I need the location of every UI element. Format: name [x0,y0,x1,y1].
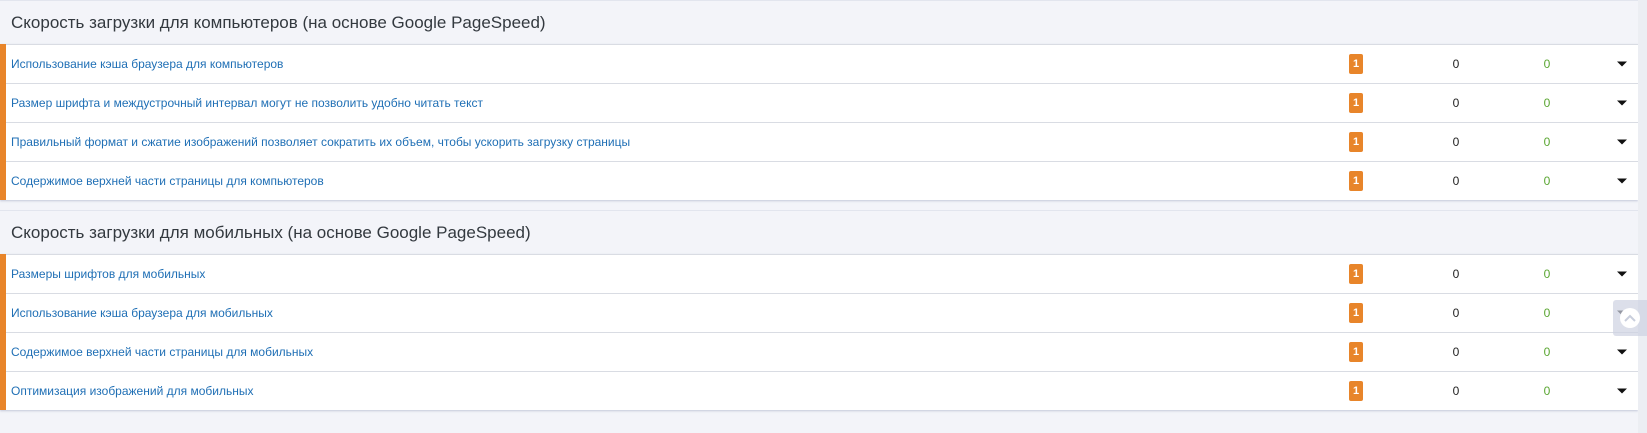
issue-list: Использование кэша браузера для компьюте… [0,44,1638,200]
warning-count: 0 [1452,57,1460,71]
issue-row[interactable]: Размеры шрифтов для мобильных 1 0 0 [6,254,1638,293]
chevron-down-icon[interactable] [1617,61,1627,67]
ok-count: 0 [1543,384,1551,398]
error-count-badge: 1 [1349,342,1363,362]
issue-link[interactable]: Размер шрифта и междустрочный интервал м… [11,84,483,122]
issue-link[interactable]: Использование кэша браузера для мобильны… [11,294,273,332]
warning-count: 0 [1452,345,1460,359]
mobile-speed-section: Скорость загрузки для мобильных (на осно… [0,210,1638,410]
ok-count: 0 [1543,306,1551,320]
ok-count: 0 [1543,96,1551,110]
error-count-badge: 1 [1349,54,1363,74]
error-count-badge: 1 [1349,93,1363,113]
issue-link[interactable]: Использование кэша браузера для компьюте… [11,45,283,83]
issue-list: Размеры шрифтов для мобильных 1 0 0 Испо… [0,254,1638,410]
scrollbar[interactable] [1638,0,1647,433]
issue-row[interactable]: Содержимое верхней части страницы для мо… [6,332,1638,371]
warning-count: 0 [1452,306,1460,320]
warning-count: 0 [1452,174,1460,188]
desktop-speed-section: Скорость загрузки для компьютеров (на ос… [0,0,1638,200]
issue-row[interactable]: Содержимое верхней части страницы для ко… [6,161,1638,200]
ok-count: 0 [1543,57,1551,71]
issue-row[interactable]: Размер шрифта и междустрочный интервал м… [6,83,1638,122]
ok-count: 0 [1543,345,1551,359]
issue-link[interactable]: Размеры шрифтов для мобильных [11,255,205,293]
section-title: Скорость загрузки для мобильных (на осно… [0,210,1638,254]
warning-count: 0 [1452,135,1460,149]
issue-link[interactable]: Правильный формат и сжатие изображений п… [11,123,630,161]
chevron-down-icon[interactable] [1617,178,1627,184]
issue-link[interactable]: Содержимое верхней части страницы для мо… [11,333,313,371]
issue-link[interactable]: Оптимизация изображений для мобильных [11,372,253,410]
issue-link[interactable]: Содержимое верхней части страницы для ко… [11,162,324,200]
ok-count: 0 [1543,267,1551,281]
issue-row[interactable]: Использование кэша браузера для компьюте… [6,44,1638,83]
error-count-badge: 1 [1349,171,1363,191]
error-count-badge: 1 [1349,381,1363,401]
report-page: Скорость загрузки для компьютеров (на ос… [0,0,1638,433]
scroll-to-top-button[interactable] [1613,300,1647,336]
warning-count: 0 [1452,96,1460,110]
ok-count: 0 [1543,174,1551,188]
chevron-down-icon[interactable] [1617,100,1627,106]
warning-count: 0 [1452,267,1460,281]
section-title: Скорость загрузки для компьютеров (на ос… [0,0,1638,44]
chevron-down-icon[interactable] [1617,139,1627,145]
ok-count: 0 [1543,135,1551,149]
warning-count: 0 [1452,384,1460,398]
issue-row[interactable]: Использование кэша браузера для мобильны… [6,293,1638,332]
error-count-badge: 1 [1349,264,1363,284]
issue-row[interactable]: Оптимизация изображений для мобильных 1 … [6,371,1638,410]
issue-row[interactable]: Правильный формат и сжатие изображений п… [6,122,1638,161]
chevron-down-icon[interactable] [1617,349,1627,355]
arrow-up-icon [1620,308,1640,328]
chevron-down-icon[interactable] [1617,388,1627,394]
error-count-badge: 1 [1349,132,1363,152]
error-count-badge: 1 [1349,303,1363,323]
chevron-down-icon[interactable] [1617,271,1627,277]
